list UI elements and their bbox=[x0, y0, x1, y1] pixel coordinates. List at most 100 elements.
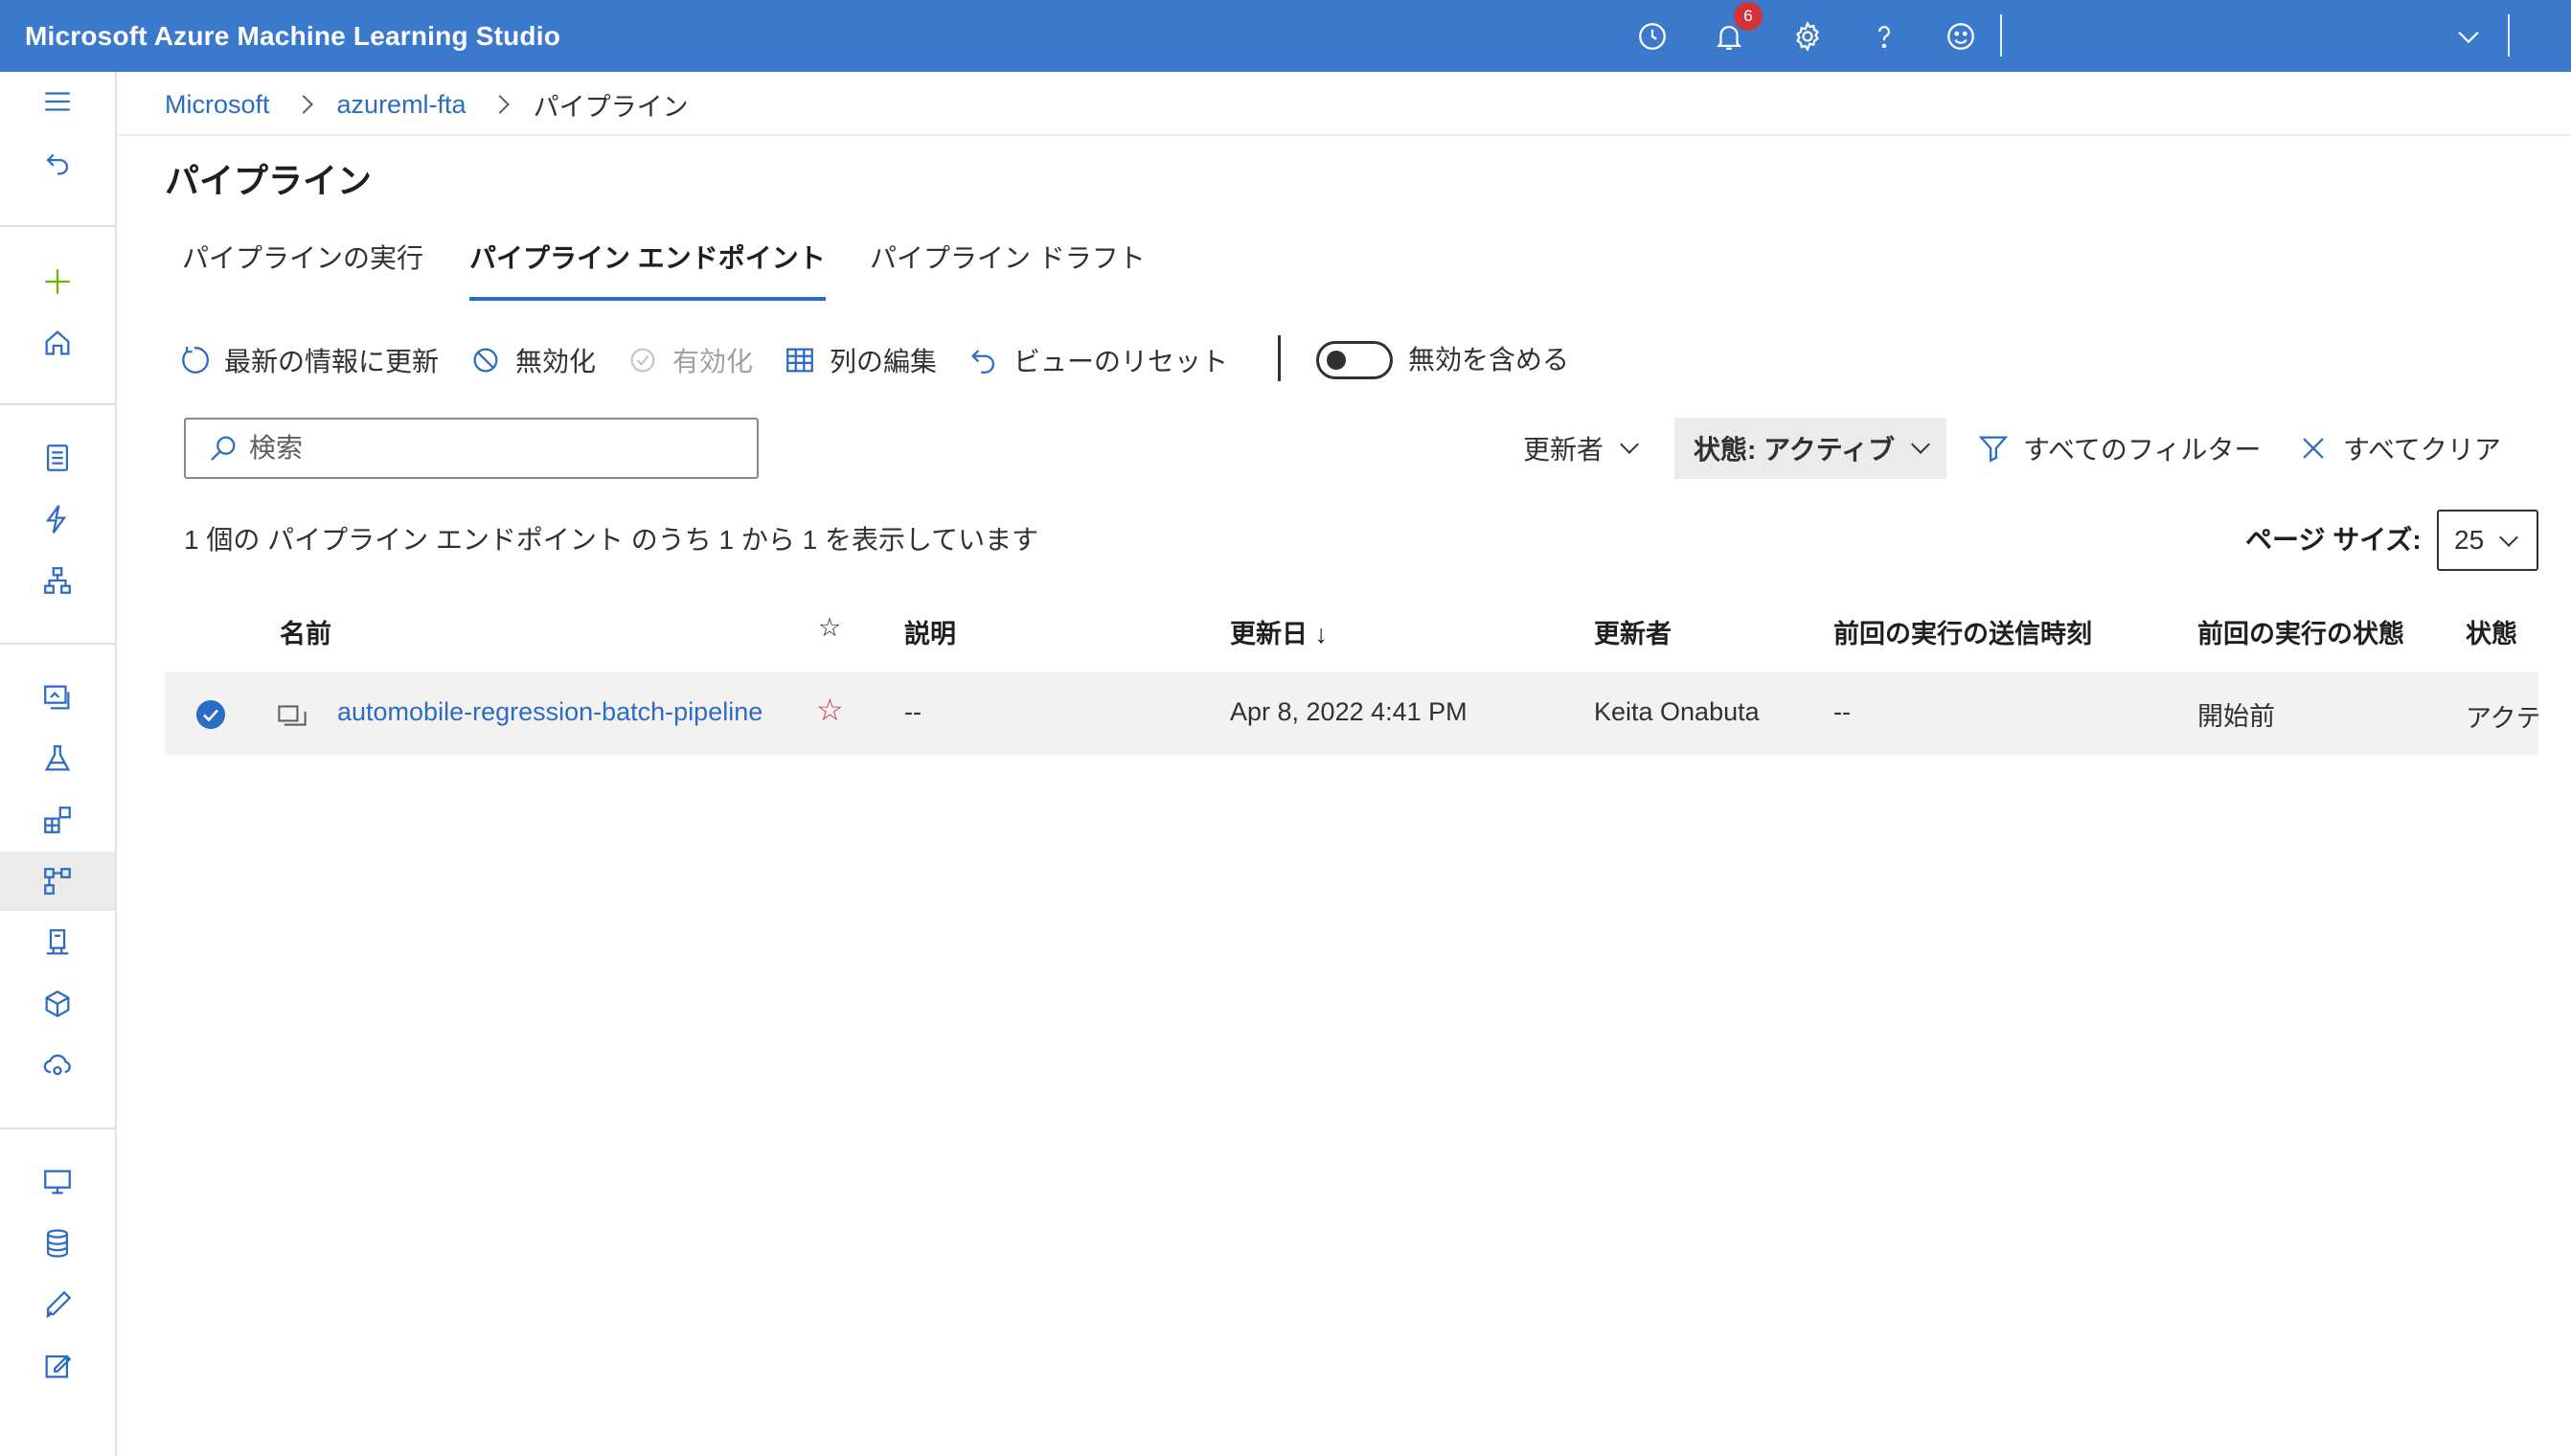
column-header-updated-on[interactable]: 更新日 ↓ bbox=[1230, 613, 1328, 650]
designer-icon[interactable] bbox=[0, 551, 115, 610]
close-icon bbox=[2303, 438, 2324, 459]
page-size-label: ページ サイズ: bbox=[2245, 525, 2422, 555]
filter-icon bbox=[1978, 436, 2009, 463]
data-labeling-icon[interactable] bbox=[0, 1275, 115, 1334]
left-nav-rail bbox=[0, 72, 117, 1456]
breadcrumb-workspace[interactable]: azureml-fta bbox=[337, 90, 466, 120]
components-icon[interactable] bbox=[0, 790, 115, 850]
include-disabled-toggle[interactable] bbox=[1316, 341, 1393, 379]
automl-icon[interactable] bbox=[0, 489, 115, 549]
column-header-updated-by[interactable]: 更新者 bbox=[1594, 613, 1672, 650]
row-state-clip: アクティブ bbox=[2464, 672, 2538, 755]
row-description: -- bbox=[904, 697, 921, 726]
page-size-value: 25 bbox=[2454, 525, 2485, 555]
gear-icon[interactable] bbox=[1787, 16, 1828, 57]
linked-services-icon[interactable] bbox=[0, 1336, 115, 1396]
enable-label: 有効化 bbox=[672, 347, 754, 376]
row-last-run-status: 開始前 bbox=[2197, 702, 2275, 731]
plus-icon[interactable] bbox=[0, 252, 115, 311]
datasets-icon[interactable] bbox=[0, 668, 115, 727]
enable-button[interactable]: 有効化 bbox=[626, 337, 753, 383]
notebook-icon[interactable] bbox=[0, 428, 115, 488]
column-header-last-run-submitted[interactable]: 前回の実行の送信時刻 bbox=[1833, 613, 2092, 650]
column-header-name[interactable]: 名前 bbox=[280, 613, 331, 650]
edit-columns-label: 列の編集 bbox=[830, 347, 938, 376]
search-input[interactable] bbox=[249, 433, 728, 464]
page-title: パイプライン bbox=[165, 161, 373, 200]
clear-all-label: すべてクリア bbox=[2343, 435, 2501, 465]
rail-divider bbox=[0, 643, 115, 645]
row-state: アクティブ bbox=[2466, 704, 2538, 733]
compute-icon[interactable] bbox=[0, 1152, 115, 1212]
reset-view-button[interactable]: ビューのリセット bbox=[967, 337, 1228, 383]
toggle-knob bbox=[1327, 351, 1346, 370]
block-icon bbox=[473, 348, 498, 373]
refresh-icon bbox=[182, 346, 209, 374]
pipeline-endpoint-icon bbox=[278, 705, 307, 726]
search-icon bbox=[211, 436, 236, 461]
check-circle-icon bbox=[630, 348, 655, 373]
search-box[interactable] bbox=[184, 418, 759, 479]
chevron-right-icon bbox=[489, 95, 510, 114]
tab-pipeline-runs[interactable]: パイプラインの実行 bbox=[182, 238, 423, 301]
refresh-label: 最新の情報に更新 bbox=[224, 347, 440, 376]
notification-badge: 6 bbox=[1734, 2, 1763, 31]
top-bar: Microsoft Azure Machine Learning Studio … bbox=[0, 0, 2571, 72]
tab-pipeline-drafts[interactable]: パイプライン ドラフト bbox=[870, 238, 1146, 301]
disable-label: 無効化 bbox=[515, 347, 597, 376]
all-filters-label: すべてのフィルター bbox=[2023, 435, 2262, 465]
row-updated-on: Apr 8, 2022 4:41 PM bbox=[1230, 697, 1468, 726]
column-header-state[interactable]: 状態 bbox=[2466, 613, 2517, 650]
topbar-divider bbox=[2000, 14, 2002, 57]
models-icon[interactable] bbox=[0, 974, 115, 1034]
clear-all-button[interactable]: すべてクリア bbox=[2297, 418, 2501, 479]
column-header-description[interactable]: 説明 bbox=[904, 613, 956, 650]
refresh-button[interactable]: 最新の情報に更新 bbox=[178, 337, 439, 383]
row-updated-by: Keita Onabuta bbox=[1594, 697, 1760, 726]
topbar-divider bbox=[2508, 14, 2510, 57]
chevron-down-icon[interactable] bbox=[2448, 16, 2489, 57]
chevron-right-icon bbox=[293, 95, 313, 114]
breadcrumb-current: パイプライン bbox=[533, 92, 689, 122]
column-header-favorite[interactable]: ☆ bbox=[818, 613, 841, 643]
endpoints-icon[interactable] bbox=[0, 1035, 115, 1095]
breadcrumb-divider bbox=[117, 134, 2571, 136]
table-icon bbox=[786, 348, 813, 373]
flask-icon[interactable] bbox=[0, 729, 115, 788]
breadcrumb-microsoft[interactable]: Microsoft bbox=[165, 90, 270, 120]
smiley-icon[interactable] bbox=[1941, 16, 1981, 57]
rail-divider bbox=[0, 1127, 115, 1129]
status-filter-label: 状態: アクティブ bbox=[1694, 435, 1896, 465]
row-last-run-submitted: -- bbox=[1833, 697, 1851, 726]
pipelines-icon[interactable] bbox=[0, 852, 115, 911]
app-title[interactable]: Microsoft Azure Machine Learning Studio bbox=[25, 0, 560, 72]
disable-button[interactable]: 無効化 bbox=[469, 337, 596, 383]
status-filter[interactable]: 状態: アクティブ bbox=[1674, 418, 1947, 479]
favorite-star-icon[interactable]: ☆ bbox=[816, 692, 844, 728]
row-name-link[interactable]: automobile-regression-batch-pipeline bbox=[337, 697, 762, 727]
chevron-down-icon bbox=[1911, 435, 1930, 454]
updated-by-filter[interactable]: 更新者 bbox=[1523, 418, 1639, 479]
undo-icon bbox=[971, 350, 994, 374]
results-summary: 1 個の パイプライン エンドポイント のうち 1 から 1 を表示しています bbox=[184, 525, 1039, 555]
row-checkbox-checked-icon[interactable] bbox=[195, 699, 226, 730]
column-header-last-run-status[interactable]: 前回の実行の状態 bbox=[2197, 613, 2404, 650]
all-filters-button[interactable]: すべてのフィルター bbox=[1977, 418, 2261, 479]
updated-by-filter-label: 更新者 bbox=[1523, 435, 1604, 465]
help-icon[interactable] bbox=[1864, 16, 1904, 57]
include-disabled-label: 無効を含める bbox=[1408, 345, 1570, 375]
reset-view-label: ビューのリセット bbox=[1013, 347, 1229, 376]
tab-pipeline-endpoints[interactable]: パイプライン エンドポイント bbox=[469, 238, 826, 301]
page-size-select[interactable]: 25 bbox=[2437, 510, 2538, 571]
hamburger-icon[interactable] bbox=[0, 72, 115, 131]
rail-divider bbox=[0, 403, 115, 405]
environments-icon[interactable] bbox=[0, 913, 115, 972]
history-icon[interactable] bbox=[1632, 16, 1672, 57]
back-icon[interactable] bbox=[0, 133, 115, 193]
chevron-down-icon bbox=[1620, 435, 1639, 454]
breadcrumb: Microsoft azureml-fta パイプライン bbox=[165, 84, 689, 125]
edit-columns-button[interactable]: 列の編集 bbox=[784, 337, 937, 383]
chevron-down-icon bbox=[2499, 528, 2518, 547]
home-icon[interactable] bbox=[0, 313, 115, 373]
datastores-icon[interactable] bbox=[0, 1214, 115, 1273]
